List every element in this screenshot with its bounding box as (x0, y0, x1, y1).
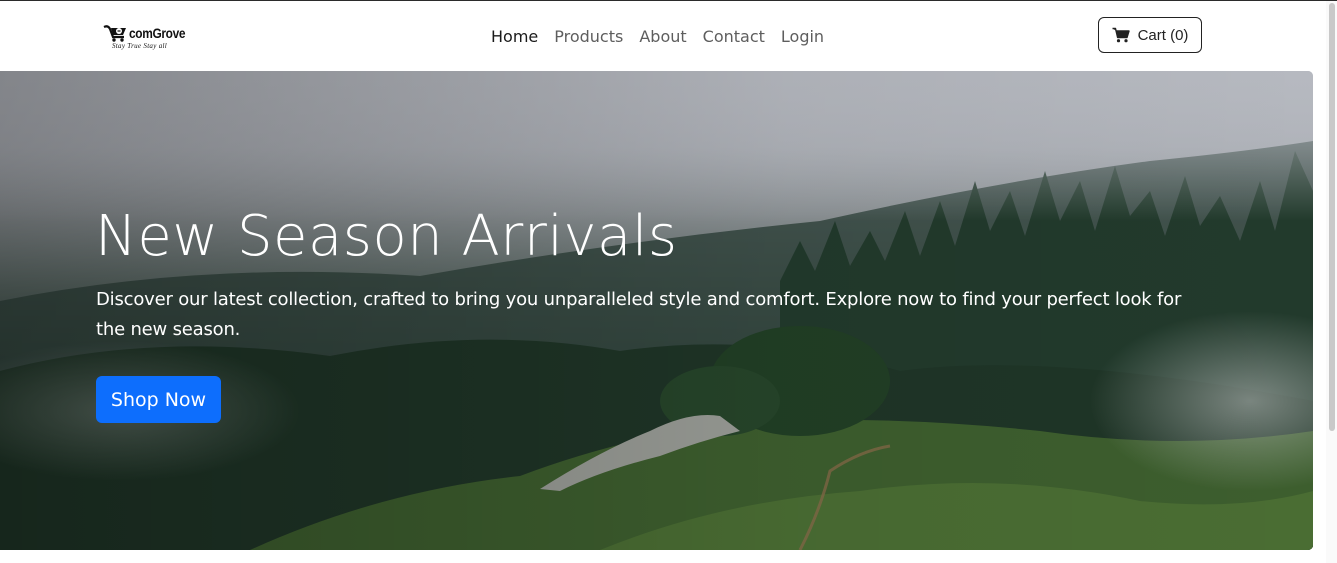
hero-banner: New Season Arrivals Discover our latest … (0, 71, 1313, 550)
shopping-cart-icon (1112, 27, 1130, 43)
nav-link-products[interactable]: Products (554, 26, 623, 50)
brand-tagline: Stay True Stay all (112, 42, 167, 50)
hero-description: Discover our latest collection, crafted … (96, 289, 1182, 340)
scrollbar-thumb[interactable] (1329, 3, 1335, 431)
nav-link-about[interactable]: About (639, 26, 686, 50)
shop-now-button[interactable]: Shop Now (96, 376, 221, 423)
cart-label: Cart (0) (1137, 26, 1189, 44)
brand-name: comGrove (129, 25, 186, 41)
navbar: comGrove Stay True Stay all Home Product… (0, 1, 1326, 71)
nav-link-home[interactable]: Home (491, 26, 538, 50)
cart-button[interactable]: Cart (0) (1098, 17, 1202, 53)
nav-links: Home Products About Contact Login (491, 26, 840, 50)
brand-logo[interactable]: comGrove Stay True Stay all (102, 21, 192, 53)
nav-link-login[interactable]: Login (781, 26, 824, 50)
hero-title: New Season Arrivals (95, 204, 678, 269)
logo-cart-icon (103, 25, 126, 42)
nav-link-contact[interactable]: Contact (703, 26, 765, 50)
